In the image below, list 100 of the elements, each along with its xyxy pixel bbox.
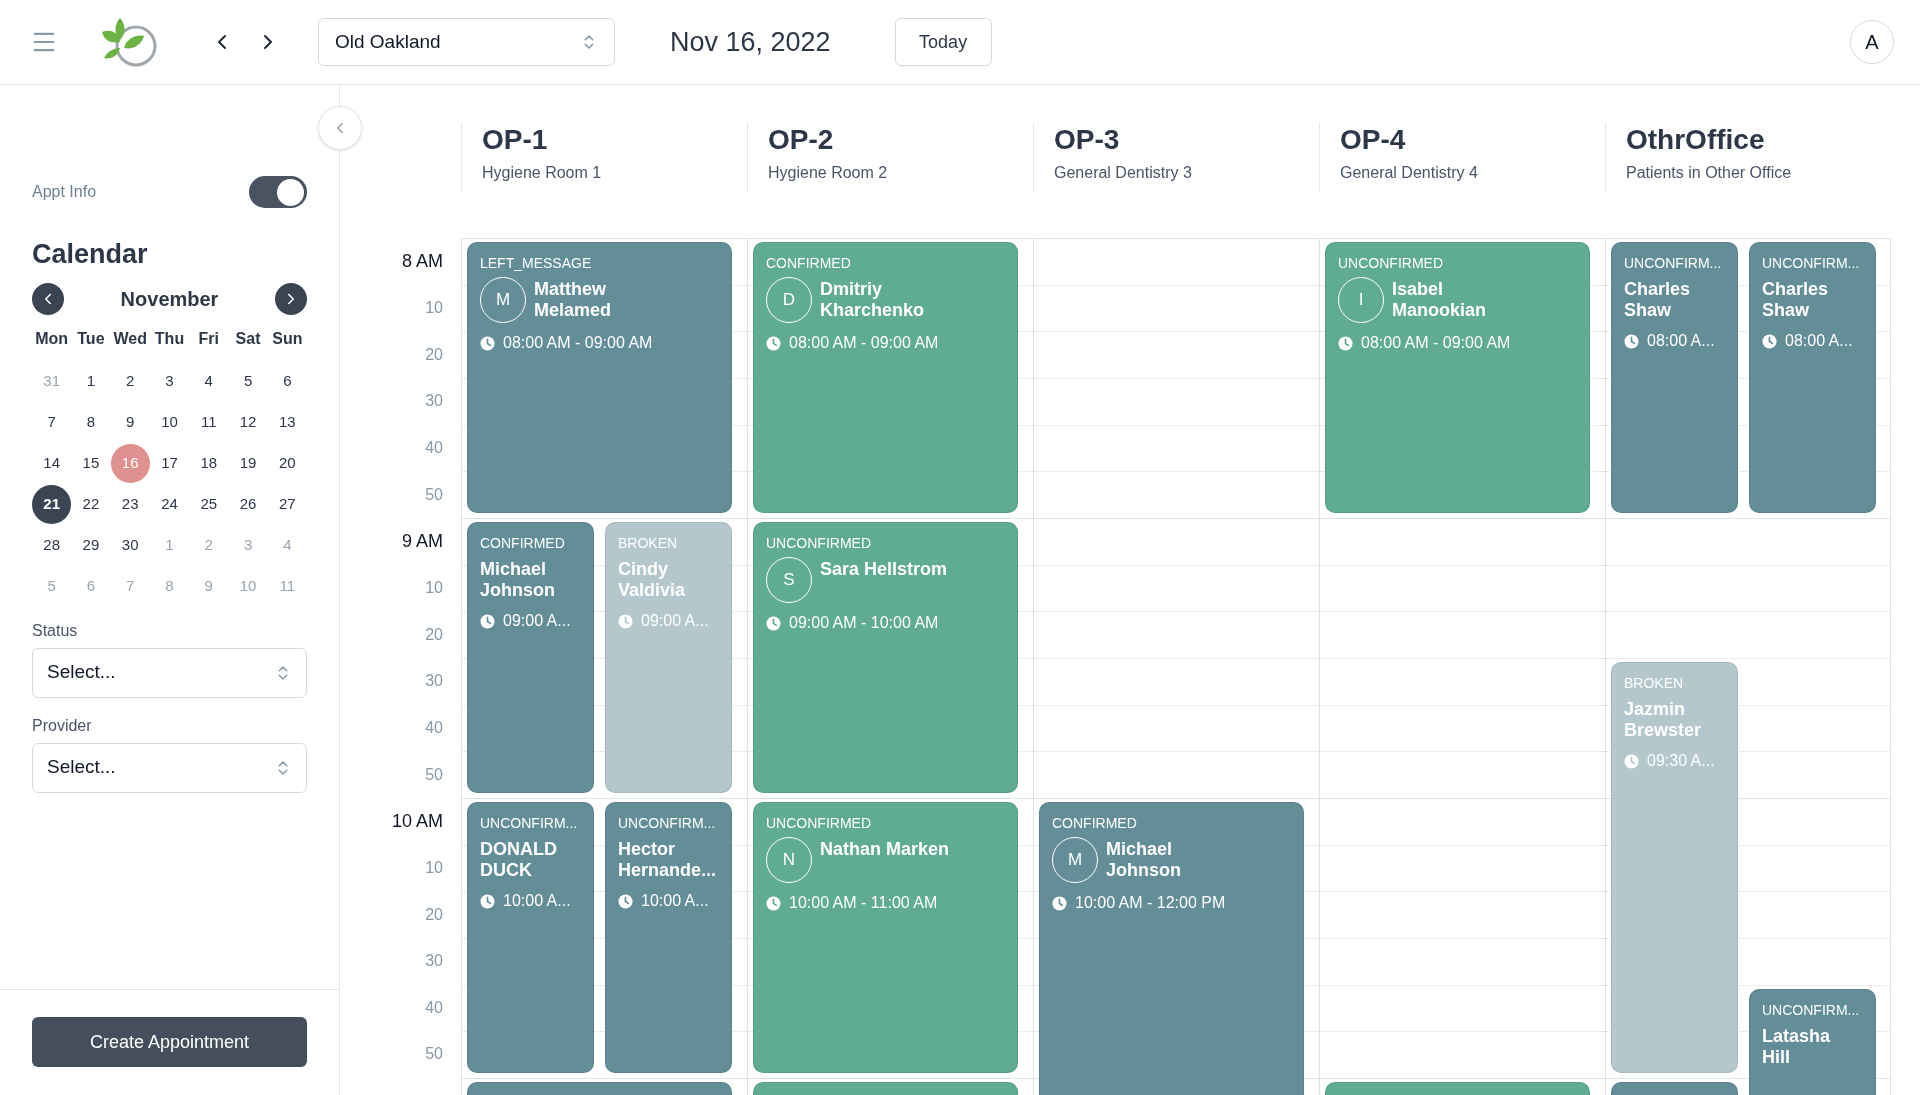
clock-icon <box>618 893 633 909</box>
calendar-day[interactable]: 20 <box>267 443 307 483</box>
column-subtitle: Patients in Other Office <box>1626 163 1793 183</box>
minute-label: 30 <box>425 391 443 412</box>
status-label: UNCONFIRMED <box>766 535 872 551</box>
next-month-button[interactable] <box>275 282 307 315</box>
appointment-card[interactable]: UNCONFIRM... Charles Shaw 08:00 A... <box>1749 242 1876 513</box>
appointment-card[interactable]: UNCONFIRM... Latasha Hill <box>1749 988 1876 1095</box>
patient-name: Nathan Marken <box>820 839 950 860</box>
status-label: UNCONFIRMED <box>1338 255 1444 271</box>
calendar-day[interactable]: 15 <box>71 443 111 483</box>
calendar-day[interactable]: 29 <box>71 525 111 565</box>
calendar-day[interactable]: 11 <box>189 402 229 442</box>
filter-select[interactable]: Select... <box>32 742 307 793</box>
appointment-card[interactable]: UNCONFIRM... Hector Hernande... 10:00 A... <box>605 802 732 1073</box>
column-subtitle: General Dentistry 4 <box>1340 163 1479 183</box>
hour-label: 9 AM <box>401 529 443 553</box>
clock-icon <box>480 613 495 629</box>
appointment-time: 08:00 AM - 09:00 AM <box>503 333 653 353</box>
appointment-time: 09:30 A... <box>1647 751 1715 771</box>
patient-name: Charles Shaw <box>1624 279 1691 321</box>
appointment-card[interactable]: LEFT_MESSAGE M Matthew Melamed 08:00 AM - 09:00 AM <box>467 242 732 513</box>
hour-label: 8 AM <box>401 249 443 273</box>
status-label: CONFIRMED <box>480 535 566 551</box>
appointment-time: 08:00 AM - 09:00 AM <box>1361 333 1511 353</box>
calendar-day[interactable]: 4 <box>189 361 229 401</box>
status-label: UNCONFIRM... <box>480 815 579 831</box>
minute-label: 40 <box>425 717 443 738</box>
column-title: OP-2 <box>768 123 835 157</box>
weekday-label: Wed <box>112 328 148 349</box>
appt-info-label: Appt Info <box>32 182 97 202</box>
status-label: LEFT_MESSAGE <box>480 255 593 271</box>
appointment-time: 10:00 AM - 12:00 PM <box>1075 893 1226 913</box>
patient-name: Matthew Melamed <box>534 279 612 321</box>
calendar-day[interactable]: 3 <box>150 361 189 401</box>
patient-name: Latasha Hill <box>1762 1025 1831 1068</box>
minute-label: 10 <box>425 298 443 318</box>
calendar-day[interactable]: 28 <box>32 525 72 565</box>
hour-label: 10 AM <box>391 809 443 833</box>
calendar-day[interactable]: 18 <box>189 443 229 483</box>
appointment-card[interactable]: UNCONFIRM... Charles Shaw 08:00 A... <box>1611 242 1738 513</box>
patient-name: DONALD DUCK <box>480 839 557 881</box>
column-title: OP-4 <box>1340 123 1407 157</box>
calendar-day[interactable]: 27 <box>267 484 307 524</box>
weekday-label: Tue <box>76 328 106 349</box>
filter-label: Provider <box>32 715 93 736</box>
minute-label: 20 <box>425 624 443 645</box>
minute-label: 10 <box>425 857 443 878</box>
appt-info-toggle[interactable] <box>249 176 307 208</box>
weekday-label: Sat <box>234 328 262 349</box>
column-title: OP-3 <box>1054 123 1121 157</box>
location-select[interactable]: Old Oakland <box>318 18 615 66</box>
appointment-card[interactable]: CONFIRMED M Michael Johnson 10:00 AM - 12:00 PM <box>1039 802 1304 1095</box>
calendar-day[interactable]: 17 <box>150 443 189 483</box>
calendar-day[interactable]: 2 <box>110 361 150 401</box>
status-label: UNCONFIRM... <box>1624 255 1723 271</box>
calendar-day[interactable]: 22 <box>71 484 111 524</box>
calendar-day[interactable]: 9 <box>110 402 150 442</box>
column-subtitle: Hygiene Room 1 <box>482 163 603 183</box>
filter-select[interactable]: Select... <box>32 647 307 698</box>
month-label: November <box>120 286 219 312</box>
appointment-time: 10:00 A... <box>641 891 709 911</box>
calendar-day[interactable]: 21 <box>32 484 72 524</box>
patient-name: Cindy Valdivia <box>618 559 686 601</box>
minute-label: 30 <box>425 951 443 972</box>
calendar-day[interactable]: 19 <box>228 443 268 483</box>
appointment-time: 10:00 A... <box>503 891 571 911</box>
status-label: UNCONFIRM... <box>1762 255 1861 271</box>
minute-label: 50 <box>425 1044 443 1065</box>
calendar-title: Calendar <box>32 238 149 271</box>
calendar-day[interactable]: 5 <box>228 361 268 401</box>
calendar-day[interactable]: 23 <box>110 484 150 524</box>
appointment-time: 09:00 A... <box>641 611 709 631</box>
status-label: CONFIRMED <box>766 255 852 271</box>
appointment-time: 08:00 A... <box>1647 331 1715 351</box>
calendar-day[interactable]: 6 <box>267 361 307 401</box>
clock-icon <box>766 615 781 631</box>
calendar-day[interactable]: 26 <box>228 484 268 524</box>
calendar-day[interactable]: 25 <box>189 484 229 524</box>
minute-label: 20 <box>425 904 443 925</box>
calendar-day[interactable]: 14 <box>32 443 72 483</box>
calendar-day[interactable]: 8 <box>71 402 111 442</box>
calendar-day[interactable]: 24 <box>150 484 189 524</box>
appointment-card[interactable]: UNCONFIRM... DONALD DUCK 10:00 A... <box>467 802 594 1073</box>
appointment-time: 08:00 AM - 09:00 AM <box>789 333 939 353</box>
calendar-day[interactable]: 30 <box>110 525 150 565</box>
weekday-label: Mon <box>34 328 70 349</box>
calendar-day[interactable]: 1 <box>71 361 111 401</box>
patient-name: Sara Hellstrom <box>820 559 948 580</box>
previous-month-button[interactable] <box>32 282 64 315</box>
calendar-day[interactable]: 7 <box>32 402 72 442</box>
appointment-card[interactable]: CONFIRMED Michael Johnson 09:00 A... <box>467 522 594 793</box>
calendar-day[interactable]: 10 <box>150 402 189 442</box>
create-appointment-button[interactable]: Create Appointment <box>32 1017 307 1067</box>
patient-name: Dmitriy Kharchenko <box>820 279 925 321</box>
clock-icon <box>480 893 495 909</box>
minute-label: 50 <box>425 484 443 505</box>
calendar-day[interactable]: 13 <box>267 402 307 442</box>
today-button[interactable]: Today <box>894 18 992 66</box>
calendar-day[interactable]: 12 <box>228 402 268 442</box>
